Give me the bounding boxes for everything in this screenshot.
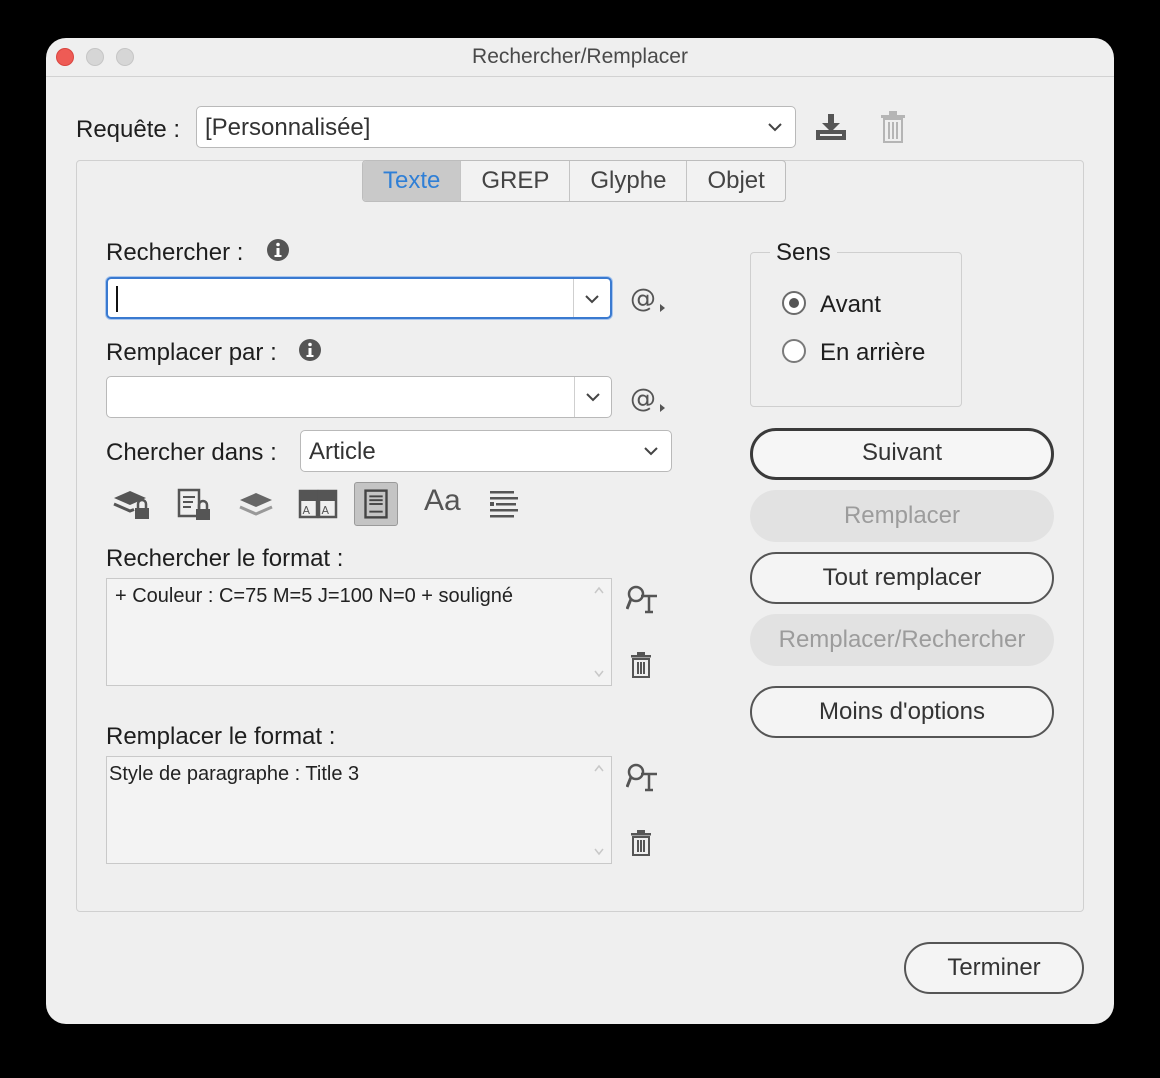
replace-format-label: Remplacer le format : <box>106 723 336 750</box>
replace-button[interactable]: Remplacer <box>750 490 1054 542</box>
case-sensitive-icon[interactable]: Aa <box>424 484 461 518</box>
scroll-down-icon[interactable] <box>593 847 605 857</box>
text-caret <box>116 286 118 312</box>
find-format-label: Rechercher le format : <box>106 545 344 572</box>
svg-text:A: A <box>322 504 330 517</box>
direction-group <box>750 252 962 407</box>
find-label: Rechercher : <box>106 239 244 266</box>
chevron-down-icon <box>768 123 782 132</box>
locked-stories-icon[interactable] <box>172 482 216 526</box>
scroll-up-icon[interactable] <box>593 763 605 773</box>
replace-label: Remplacer par : <box>106 339 277 366</box>
direction-label: Sens <box>770 239 837 267</box>
tab-objet[interactable]: Objet <box>687 161 784 201</box>
done-button[interactable]: Terminer <box>904 942 1084 994</box>
radio-forward[interactable] <box>782 291 806 315</box>
delete-query-icon[interactable] <box>880 110 906 144</box>
search-in-select[interactable]: Article <box>300 430 672 472</box>
tab-glyphe[interactable]: Glyphe <box>570 161 688 201</box>
search-type-tabs: Texte GREP Glyphe Objet <box>362 160 786 202</box>
fewer-options-button[interactable]: Moins d'options <box>750 686 1054 738</box>
find-format-box[interactable]: + Couleur : C=75 M=5 J=100 N=0 + soulign… <box>106 578 612 686</box>
specify-format-icon[interactable] <box>626 762 660 792</box>
svg-text:@: @ <box>630 284 656 314</box>
special-characters-icon[interactable]: @ <box>630 284 666 314</box>
whole-word-icon[interactable] <box>482 482 526 526</box>
info-icon[interactable] <box>298 338 322 362</box>
scroll-up-icon[interactable] <box>593 585 605 595</box>
search-in-label: Chercher dans : <box>106 439 277 466</box>
svg-text:A: A <box>303 504 311 517</box>
replace-all-button[interactable]: Tout remplacer <box>750 552 1054 604</box>
next-button[interactable]: Suivant <box>750 428 1054 480</box>
footnotes-icon[interactable] <box>354 482 398 526</box>
hidden-layers-icon[interactable] <box>234 482 278 526</box>
master-pages-icon[interactable]: A A <box>296 482 340 526</box>
radio-forward-label[interactable]: Avant <box>820 291 881 319</box>
query-select[interactable]: [Personnalisée] <box>196 106 796 148</box>
title-bar: Rechercher/Remplacer <box>46 38 1114 77</box>
save-query-icon[interactable] <box>814 112 848 142</box>
window-title: Rechercher/Remplacer <box>472 45 688 68</box>
scroll-down-icon[interactable] <box>593 669 605 679</box>
chevron-down-icon <box>644 447 658 456</box>
clear-format-icon[interactable] <box>630 652 652 678</box>
find-format-value: + Couleur : C=75 M=5 J=100 N=0 + soulign… <box>115 585 514 607</box>
info-icon[interactable] <box>266 238 290 262</box>
radio-backward-label[interactable]: En arrière <box>820 339 925 367</box>
replace-find-button[interactable]: Remplacer/Rechercher <box>750 614 1054 666</box>
clear-format-icon[interactable] <box>630 830 652 856</box>
replace-input[interactable] <box>106 376 612 418</box>
find-input[interactable] <box>106 277 612 319</box>
replace-format-box[interactable]: Style de paragraphe : Title 3 <box>106 756 612 864</box>
chevron-down-icon[interactable] <box>583 387 603 407</box>
search-in-value: Article <box>309 438 376 465</box>
tab-texte[interactable]: Texte <box>363 161 462 201</box>
query-value: [Personnalisée] <box>205 114 371 141</box>
specify-format-icon[interactable] <box>626 584 660 614</box>
find-replace-dialog: Rechercher/Remplacer Requête : [Personna… <box>46 38 1114 1024</box>
replace-format-value: Style de paragraphe : Title 3 <box>109 763 360 785</box>
radio-backward[interactable] <box>782 339 806 363</box>
chevron-down-icon[interactable] <box>582 289 602 309</box>
svg-text:@: @ <box>630 384 656 414</box>
special-characters-icon[interactable]: @ <box>630 384 666 414</box>
tab-grep[interactable]: GREP <box>461 161 571 201</box>
locked-layers-icon[interactable] <box>110 482 154 526</box>
query-label: Requête : <box>76 116 181 143</box>
